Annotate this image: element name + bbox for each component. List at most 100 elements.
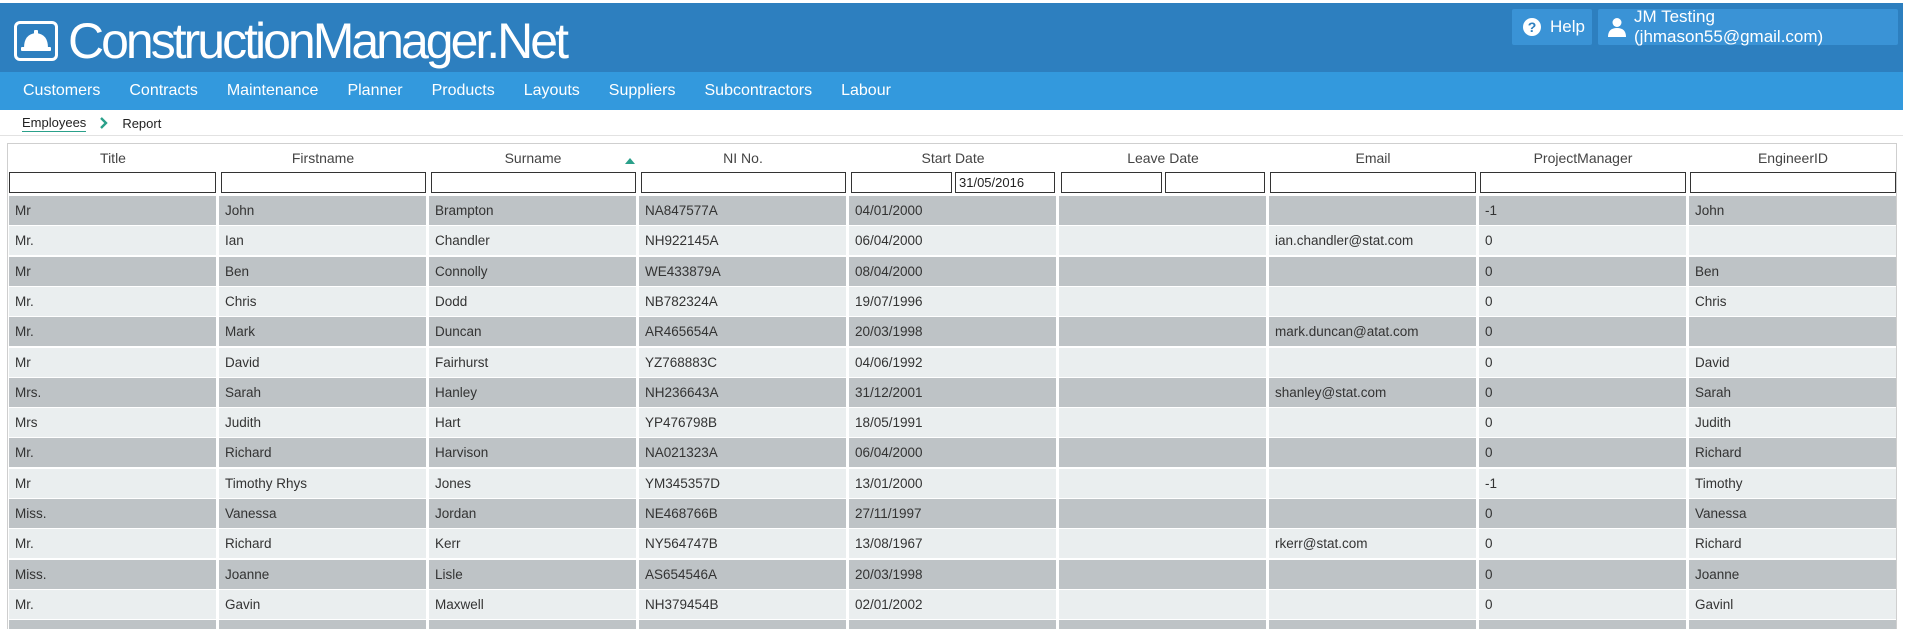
cell-leave-date [1059, 377, 1266, 407]
filter-project-manager-input[interactable] [1480, 172, 1686, 193]
cell-engineer-id: Vanessa [1689, 499, 1896, 528]
cell-firstname: Mark [219, 317, 426, 347]
column-header-leave-date[interactable]: Leave Date [1058, 144, 1268, 171]
cell-ni-no: AR465654A [639, 317, 846, 347]
brand-logo[interactable]: ConstructionManager.Net [14, 16, 569, 66]
cell-leave-date [1059, 559, 1266, 589]
cell-project-manager: 0 [1479, 589, 1686, 619]
table-row[interactable]: Mr. Richard Kerr NY564747B 13/08/1967 rkerr@s… [8, 529, 1896, 559]
cell-surname: Duncan [429, 317, 636, 347]
cell-start-date: 13/01/2000 [849, 468, 1056, 498]
table-row[interactable]: Mr Timothy Rhys Jones YM345357D 13/01/2000 -1… [8, 468, 1896, 499]
cell-start-date: 27/11/1997 [849, 499, 1056, 528]
cell-surname: Brampton [429, 196, 636, 225]
cell-ni-no: YP476798B [639, 408, 846, 438]
cell-surname: Kerr [429, 529, 636, 559]
filter-start-date-from-input[interactable] [851, 172, 952, 193]
cell-project-manager: 0 [1479, 408, 1686, 438]
filter-engineer-id-input[interactable] [1690, 172, 1896, 193]
table-row[interactable]: Mr. Richard Harvison NA021323A 06/04/2000 0 Ri… [8, 438, 1896, 468]
table-row[interactable]: Mr. Ian Chandler NH922145A 06/04/2000 ian.cha… [8, 226, 1896, 256]
table-row[interactable]: Mr David Fairhurst YZ768883C 04/06/1992 0 Davi… [8, 347, 1896, 378]
cell-surname: Harvison [429, 438, 636, 468]
table-row[interactable]: Mrs Judith Hart YP476798B 18/05/1991 0 Judith [8, 408, 1896, 438]
user-account-button[interactable]: JM Testing (jhmason55@gmail.com) [1598, 7, 1898, 46]
table-row[interactable]: Mr. Chris Dodd NB782324A 19/07/1996 0 Chris [8, 286, 1896, 317]
cell-project-manager: -1 [1479, 196, 1686, 225]
filter-start-date-to-input[interactable] [955, 172, 1055, 193]
nav-item-labour[interactable]: Labour [818, 82, 891, 100]
table-row[interactable] [8, 620, 1896, 629]
column-header-ni-no[interactable]: NI No. [638, 144, 848, 171]
table-row[interactable]: Mr. Mark Duncan AR465654A 20/03/1998 mark.dun… [8, 317, 1896, 347]
column-header-surname[interactable]: Surname [428, 144, 638, 171]
filter-title-input[interactable] [9, 172, 216, 193]
cell-start-date: 20/03/1998 [849, 559, 1056, 589]
cell-project-manager [1479, 620, 1686, 629]
filter-leave-date-from-input[interactable] [1061, 172, 1162, 193]
cell-engineer-id: Richard [1689, 438, 1896, 468]
cell-engineer-id [1689, 620, 1896, 629]
table-row[interactable]: Mr. Gavin Maxwell NH379454B 02/01/2002 0 Gavin… [8, 589, 1896, 620]
nav-item-customers[interactable]: Customers [0, 82, 100, 100]
cell-firstname: Sarah [219, 377, 426, 407]
filter-firstname-input[interactable] [221, 172, 426, 193]
cell-title: Mr [9, 196, 216, 225]
column-header-email[interactable]: Email [1268, 144, 1478, 171]
cell-title: Mrs. [9, 377, 216, 407]
cell-email [1269, 559, 1476, 589]
main-nav: Customers Contracts Maintenance Planner … [0, 72, 1903, 110]
cell-email [1269, 499, 1476, 528]
cell-surname: Hanley [429, 377, 636, 407]
cell-leave-date [1059, 256, 1266, 286]
cell-firstname: Ian [219, 226, 426, 256]
filter-leave-date-to-input[interactable] [1165, 172, 1265, 193]
breadcrumb-report[interactable]: Report [122, 116, 161, 131]
cell-surname: Dodd [429, 286, 636, 316]
nav-item-contracts[interactable]: Contracts [106, 82, 197, 100]
nav-item-products[interactable]: Products [409, 82, 495, 100]
cell-start-date: 06/04/2000 [849, 438, 1056, 468]
column-header-firstname[interactable]: Firstname [218, 144, 428, 171]
cell-engineer-id: Ben [1689, 256, 1896, 286]
cell-leave-date [1059, 468, 1266, 498]
cell-surname: Lisle [429, 559, 636, 589]
nav-item-suppliers[interactable]: Suppliers [586, 82, 676, 100]
cell-engineer-id: Judith [1689, 408, 1896, 438]
nav-item-layouts[interactable]: Layouts [501, 82, 580, 100]
cell-start-date: 13/08/1967 [849, 529, 1056, 559]
nav-item-planner[interactable]: Planner [324, 82, 402, 100]
cell-project-manager: 0 [1479, 347, 1686, 377]
chevron-right-icon [100, 117, 109, 129]
cell-project-manager: 0 [1479, 499, 1686, 528]
cell-ni-no: NH922145A [639, 226, 846, 256]
breadcrumb-employees[interactable]: Employees [22, 115, 87, 132]
table-row[interactable]: Mr Ben Connolly WE433879A 08/04/2000 0 Ben [8, 256, 1896, 287]
cell-engineer-id: Joanne [1689, 559, 1896, 589]
cell-leave-date [1059, 408, 1266, 438]
nav-item-subcontractors[interactable]: Subcontractors [682, 82, 813, 100]
column-header-start-date[interactable]: Start Date [848, 144, 1058, 171]
cell-engineer-id [1689, 226, 1896, 256]
cell-start-date: 08/04/2000 [849, 256, 1056, 286]
table-row[interactable]: Mr John Brampton NA847577A 04/01/2000 -1 John [8, 196, 1896, 226]
help-button[interactable]: ? Help [1512, 9, 1592, 45]
sort-ascending-icon [625, 158, 635, 164]
cell-firstname: Richard [219, 438, 426, 468]
table-row[interactable]: Miss. Joanne Lisle AS654546A 20/03/1998 0 Joan… [8, 559, 1896, 590]
divider [0, 135, 1903, 136]
column-header-project-manager[interactable]: ProjectManager [1478, 144, 1688, 171]
cell-engineer-id: Timothy [1689, 468, 1896, 498]
column-header-engineer-id[interactable]: EngineerID [1688, 144, 1896, 171]
cell-surname [429, 620, 636, 629]
filter-ni-no-input[interactable] [641, 172, 846, 193]
help-label: Help [1550, 17, 1585, 36]
table-row[interactable]: Miss. Vanessa Jordan NE468766B 27/11/1997 0 Va… [8, 499, 1896, 529]
table-row[interactable]: Mrs. Sarah Hanley NH236643A 31/12/2001 shanle… [8, 377, 1896, 408]
filter-email-input[interactable] [1270, 172, 1476, 193]
cell-start-date: 20/03/1998 [849, 317, 1056, 347]
nav-item-maintenance[interactable]: Maintenance [204, 82, 319, 100]
filter-surname-input[interactable] [431, 172, 636, 193]
column-header-title[interactable]: Title [8, 144, 218, 171]
top-header: ConstructionManager.Net ? Help JM Testin… [0, 0, 1903, 72]
